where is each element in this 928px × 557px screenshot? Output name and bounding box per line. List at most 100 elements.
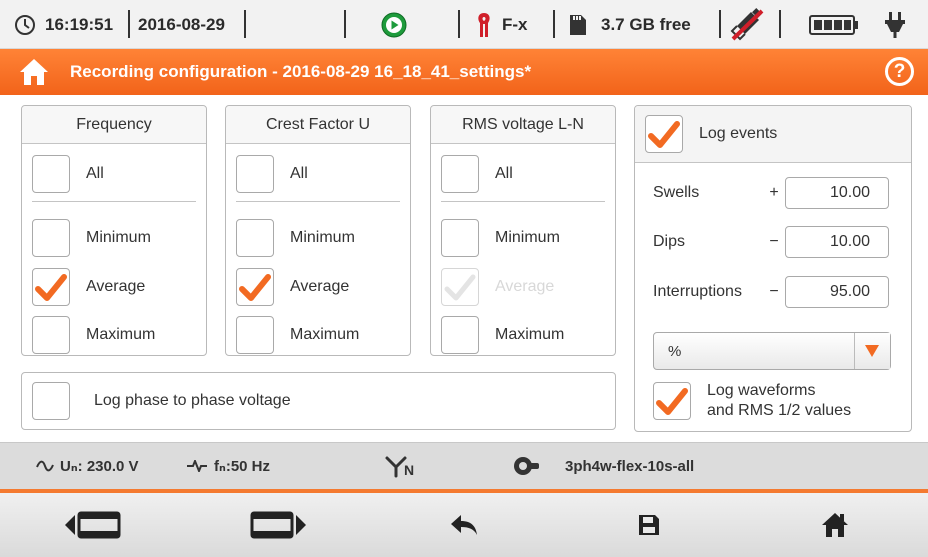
status-separator — [128, 10, 130, 38]
checkbox[interactable] — [32, 382, 70, 420]
status-separator — [553, 10, 555, 38]
floppy-disk-icon — [638, 515, 659, 535]
status-separator — [458, 10, 460, 38]
profile-name: 3ph4w-flex-10s-all — [565, 457, 695, 475]
divider — [32, 201, 196, 202]
swells-input[interactable]: 10.00 — [785, 177, 889, 209]
checkbox[interactable] — [441, 316, 479, 354]
power-status — [884, 0, 906, 49]
checkbox-label: Minimum — [86, 229, 151, 246]
swells-label: Swells — [653, 184, 700, 201]
nominal-voltage-value: Uₙ: 230.0 V — [60, 458, 139, 475]
main-panel: Frequency All Minimum Average Maximum Cr… — [0, 95, 928, 442]
status-separator — [244, 10, 246, 38]
nominal-voltage: Uₙ: 230.0 V — [36, 443, 139, 489]
checkbox-maximum[interactable]: Maximum — [32, 316, 155, 354]
checkbox-label: Average — [290, 278, 350, 295]
play-icon — [381, 12, 407, 37]
battery-icon — [809, 14, 858, 35]
previous-screen-icon — [64, 511, 120, 539]
interruptions-row: Interruptions − 95.00 — [653, 276, 893, 308]
checkbox-maximum[interactable]: Maximum — [236, 316, 359, 354]
checkbox[interactable] — [236, 219, 274, 257]
checkmark-icon — [656, 388, 688, 415]
play-button[interactable] — [381, 0, 407, 49]
waveforms-label-line1: Log waveforms — [707, 382, 816, 399]
events-panel: Log events Swells + 10.00 Dips − 10.00 I… — [634, 105, 912, 432]
checkbox-label: Average — [86, 278, 146, 295]
checkbox-all[interactable]: All — [236, 155, 308, 193]
back-button[interactable] — [371, 493, 556, 557]
checkmark-icon — [444, 274, 476, 301]
checkmark-icon — [35, 274, 67, 301]
checkbox[interactable] — [645, 115, 683, 153]
clock-icon — [15, 14, 35, 35]
dips-row: Dips − 10.00 — [653, 226, 893, 258]
checkbox-minimum[interactable]: Minimum — [236, 219, 355, 257]
clamp-status: F-x — [476, 0, 528, 49]
unit-select-value: % — [668, 343, 682, 360]
next-screen-button[interactable] — [185, 493, 370, 557]
group-title: RMS voltage L-N — [431, 106, 615, 144]
checkbox-minimum[interactable]: Minimum — [441, 219, 560, 257]
checkbox-minimum[interactable]: Minimum — [32, 219, 151, 257]
home-button[interactable] — [742, 493, 927, 557]
frequency-icon — [187, 460, 207, 472]
checkbox-average[interactable]: Average — [236, 268, 349, 306]
checkbox-label: All — [290, 165, 308, 182]
wrench-icon — [514, 457, 539, 475]
nominal-frequency: fₙ:50 Hz — [186, 443, 270, 489]
previous-screen-button[interactable] — [0, 493, 185, 557]
clamp-label: F-x — [502, 14, 528, 34]
divider — [441, 201, 605, 202]
checkbox[interactable] — [32, 155, 70, 193]
sine-wave-icon — [36, 460, 54, 472]
checkbox-log-events[interactable]: Log events — [645, 115, 777, 153]
usb-disconnected-icon — [730, 7, 764, 40]
measurement-profile: 3ph4w-flex-10s-all — [513, 443, 694, 489]
checkbox[interactable] — [236, 155, 274, 193]
checkbox-label: Maximum — [495, 326, 565, 343]
unit-select[interactable]: % — [653, 332, 891, 370]
checkbox-all[interactable]: All — [32, 155, 104, 193]
group-title: Crest Factor U — [226, 106, 410, 144]
page-title: Recording configuration - 2016-08-29 16_… — [70, 62, 532, 81]
checkbox[interactable] — [653, 382, 691, 420]
checkbox[interactable] — [236, 268, 274, 306]
interruptions-label: Interruptions — [653, 283, 742, 300]
swells-row: Swells + 10.00 — [653, 177, 893, 209]
battery-status — [809, 0, 859, 49]
dropdown-button[interactable] — [854, 333, 890, 369]
clamp-icon — [478, 12, 490, 37]
checkbox-maximum[interactable]: Maximum — [441, 316, 564, 354]
checkbox[interactable] — [32, 316, 70, 354]
checkbox[interactable] — [32, 219, 70, 257]
nominal-frequency-value: fₙ:50 Hz — [214, 458, 271, 475]
checkbox[interactable] — [32, 268, 70, 306]
power-plug-icon — [885, 11, 905, 38]
dips-input[interactable]: 10.00 — [785, 226, 889, 258]
status-separator — [779, 10, 781, 38]
checkbox-phase-to-phase[interactable]: Log phase to phase voltage — [32, 382, 291, 420]
checkbox-average[interactable]: Average — [32, 268, 145, 306]
checkbox-all[interactable]: All — [441, 155, 513, 193]
divider — [236, 201, 400, 202]
checkbox[interactable] — [236, 316, 274, 354]
checkbox-log-waveforms[interactable]: Log waveforms and RMS 1/2 values — [653, 382, 851, 420]
home-icon[interactable] — [18, 57, 50, 87]
status-separator — [719, 10, 721, 38]
checkbox — [441, 268, 479, 306]
save-button[interactable] — [556, 493, 741, 557]
interruptions-input[interactable]: 95.00 — [785, 276, 889, 308]
swells-sign: + — [769, 184, 779, 201]
help-button[interactable]: ? — [885, 57, 914, 86]
group-title: Frequency — [22, 106, 206, 144]
storage-status: 3.7 GB free — [569, 0, 691, 49]
network-type: N — [384, 443, 414, 489]
checkbox-label: Minimum — [290, 229, 355, 246]
info-bar: Uₙ: 230.0 V fₙ:50 Hz N 3ph4w-flex-10s-al… — [0, 442, 928, 492]
checkbox[interactable] — [441, 219, 479, 257]
checkbox-label: Log events — [699, 125, 778, 142]
checkbox[interactable] — [441, 155, 479, 193]
bottom-toolbar — [0, 493, 928, 557]
